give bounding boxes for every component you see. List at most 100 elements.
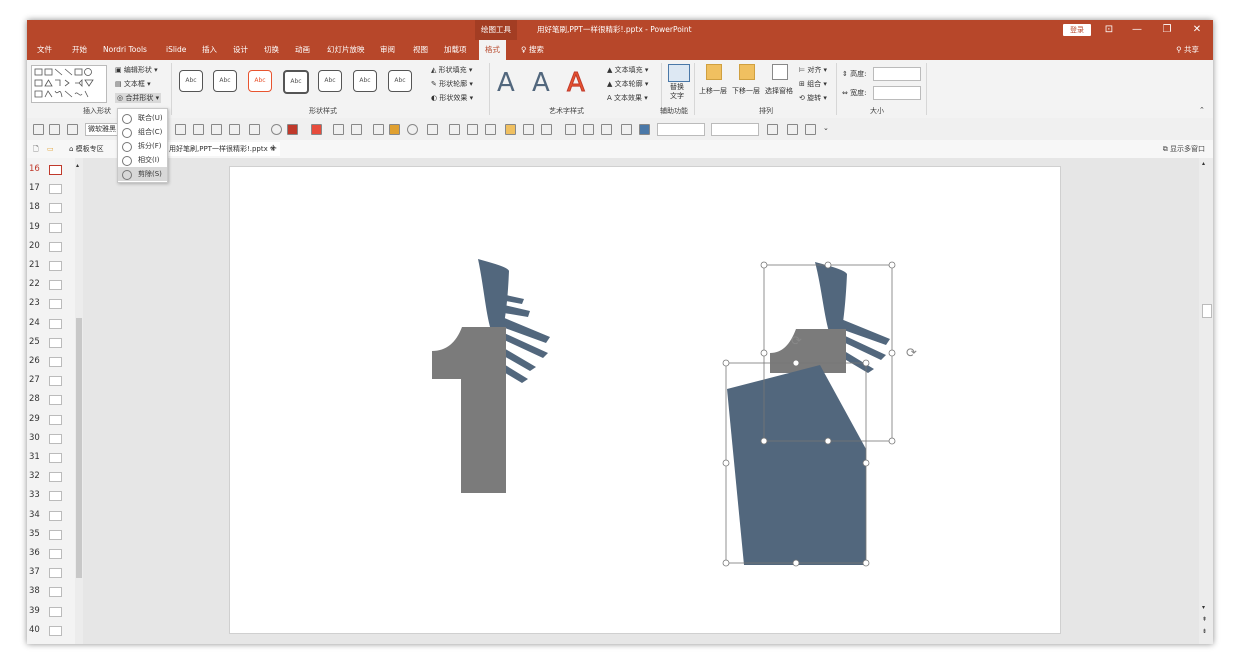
close-button[interactable]: ✕ <box>1183 20 1211 40</box>
slide-thumbnail[interactable]: 22 <box>27 277 75 296</box>
print-icon[interactable] <box>33 124 44 135</box>
distribute-icon[interactable] <box>541 124 552 135</box>
slide-thumbnail[interactable]: 30 <box>27 431 75 450</box>
wordart-style-2[interactable]: A <box>532 68 550 98</box>
slide-thumbnail[interactable]: 29 <box>27 412 75 431</box>
left-number-one[interactable] <box>432 327 506 493</box>
align-right-icon[interactable] <box>787 124 798 135</box>
font-color-icon[interactable] <box>175 124 186 135</box>
slide-thumbnail[interactable]: 24 <box>27 316 75 335</box>
merge-menu-item[interactable]: 相交(I) <box>118 153 167 167</box>
slide-thumbnail[interactable]: 31 <box>27 450 75 469</box>
new-doc-icon[interactable]: 🗋 <box>33 142 39 156</box>
slide-thumbnail[interactable]: 34 <box>27 508 75 527</box>
tab-nordri-tools[interactable]: Nordri Tools <box>103 40 147 60</box>
cut-shape[interactable] <box>727 365 866 565</box>
textbox-icon[interactable] <box>67 124 78 135</box>
shape-gallery[interactable] <box>31 65 107 103</box>
slide-thumbnail[interactable]: 33 <box>27 488 75 507</box>
rotate-handle-icon[interactable]: ⟳ <box>906 346 917 361</box>
slide-thumbnail[interactable]: 17 <box>27 181 75 200</box>
slide-thumbnail[interactable]: 25 <box>27 335 75 354</box>
login-button[interactable]: 登录 <box>1063 24 1091 36</box>
frame-icon[interactable] <box>565 124 576 135</box>
align-icon[interactable] <box>485 124 496 135</box>
text-outline-button[interactable]: ▲ 文本轮廓 ▾ <box>607 79 648 89</box>
slide-thumbnail[interactable]: 36 <box>27 546 75 565</box>
shape-effects-button[interactable]: ◐ 形状效果 ▾ <box>431 93 473 103</box>
picture-icon[interactable] <box>229 124 240 135</box>
slide-thumbnail[interactable]: 28 <box>27 392 75 411</box>
shape-style-2[interactable]: Abc <box>213 70 237 92</box>
slide-thumbnail[interactable]: 21 <box>27 258 75 277</box>
layout-icon[interactable] <box>621 124 632 135</box>
shape-icon[interactable] <box>271 124 282 135</box>
tab-home[interactable]: 开始 <box>72 40 87 60</box>
thumbnail-scroll-thumb[interactable] <box>76 318 82 578</box>
tab-islide[interactable]: iSlide <box>166 40 186 60</box>
slide-thumbnail[interactable]: 19 <box>27 220 75 239</box>
merge-menu-item[interactable]: 联合(U) <box>118 111 167 125</box>
merge-menu-item[interactable]: 剪除(S) <box>118 167 167 181</box>
prev-slide-icon[interactable]: ⇞ <box>1202 616 1207 623</box>
draw-icon[interactable] <box>373 124 384 135</box>
undo-icon[interactable] <box>49 124 60 135</box>
tab-slideshow[interactable]: 幻灯片放映 <box>327 40 365 60</box>
union-icon[interactable] <box>427 124 438 135</box>
add-tab-icon[interactable]: + <box>269 142 277 156</box>
shape-style-6[interactable]: Abc <box>353 70 377 92</box>
minimize-button[interactable]: — <box>1123 20 1151 40</box>
scroll-down-icon[interactable]: ▾ <box>1202 604 1205 611</box>
outline-color-icon[interactable] <box>311 124 322 135</box>
merge-shapes-button[interactable]: ◎ 合并形状 ▾ <box>115 93 162 103</box>
shape-style-7[interactable]: Abc <box>388 70 412 92</box>
slide-thumbnail[interactable]: 16 <box>27 162 75 181</box>
select-icon[interactable] <box>449 124 460 135</box>
pen-icon[interactable] <box>193 124 204 135</box>
eyedropper-icon[interactable] <box>333 124 344 135</box>
next-slide-icon[interactable]: ⇟ <box>1202 628 1207 635</box>
tab-file[interactable]: 文件 <box>37 40 52 60</box>
tab-view[interactable]: 视图 <box>413 40 428 60</box>
scroll-up-icon[interactable]: ▴ <box>1202 160 1205 167</box>
slide-thumbnail[interactable]: 32 <box>27 469 75 488</box>
shape-style-3[interactable]: Abc <box>248 70 272 92</box>
merge-icon[interactable] <box>407 124 418 135</box>
document-tab[interactable]: 用好笔刷,PPT一样很精彩!.pptx ✕ <box>165 142 280 156</box>
slide-thumbnail[interactable]: 37 <box>27 565 75 584</box>
color-block-icon[interactable] <box>639 124 650 135</box>
brush-icon[interactable] <box>211 124 222 135</box>
alt-text-label-2[interactable]: 文字 <box>670 91 684 101</box>
chart-icon[interactable] <box>389 124 400 135</box>
spacing-icon[interactable] <box>805 124 816 135</box>
template-zone-tab[interactable]: ⌂ 模板专区 <box>69 142 104 156</box>
image-icon[interactable] <box>583 124 594 135</box>
tab-addins[interactable]: 加载项 <box>444 40 467 60</box>
toolbar-more-icon[interactable]: ⌄ <box>823 124 829 132</box>
search-box[interactable]: ♀ 搜索 <box>521 40 544 60</box>
tab-insert[interactable]: 插入 <box>202 40 217 60</box>
selection-pane-button[interactable]: 选择窗格 <box>765 86 793 96</box>
shape-style-1[interactable]: Abc <box>179 70 203 92</box>
slide[interactable]: ⟳ ⟳ <box>229 166 1061 634</box>
text-effects-button[interactable]: A 文本效果 ▾ <box>607 93 648 103</box>
shape-fill-button[interactable]: ◭ 形状填充 ▾ <box>431 65 472 75</box>
canvas-scrollbar[interactable]: ▴ ▾ ⇞ ⇟ <box>1199 158 1213 644</box>
slide-thumbnail[interactable]: 26 <box>27 354 75 373</box>
folder-icon[interactable]: ▭ <box>47 142 54 156</box>
position-icon[interactable] <box>767 124 778 135</box>
send-backward-button[interactable]: 下移一层 <box>732 86 760 96</box>
rotate-button[interactable]: ⟲ 旋转 ▾ <box>799 93 827 103</box>
slide-thumbnail[interactable]: 20 <box>27 239 75 258</box>
text-box-button[interactable]: ▤ 文本框 ▾ <box>115 79 151 89</box>
edit-shape-button[interactable]: ▣ 编辑形状 ▾ <box>115 65 158 75</box>
edit-points-icon[interactable] <box>351 124 362 135</box>
group-icon[interactable] <box>467 124 478 135</box>
font-name-input[interactable]: 微软雅黑 <box>85 123 119 136</box>
slide-thumbnail[interactable]: 23 <box>27 296 75 315</box>
right-number-one[interactable] <box>770 329 846 373</box>
slide-thumbnail[interactable]: 38 <box>27 584 75 603</box>
slide-thumbnail-pane[interactable]: 16 17 18 19 20 21 22 23 24 25 26 27 28 29 30 31 32 33 34 35… <box>27 158 76 644</box>
crop-icon[interactable] <box>249 124 260 135</box>
slide-thumbnail[interactable]: 27 <box>27 373 75 392</box>
